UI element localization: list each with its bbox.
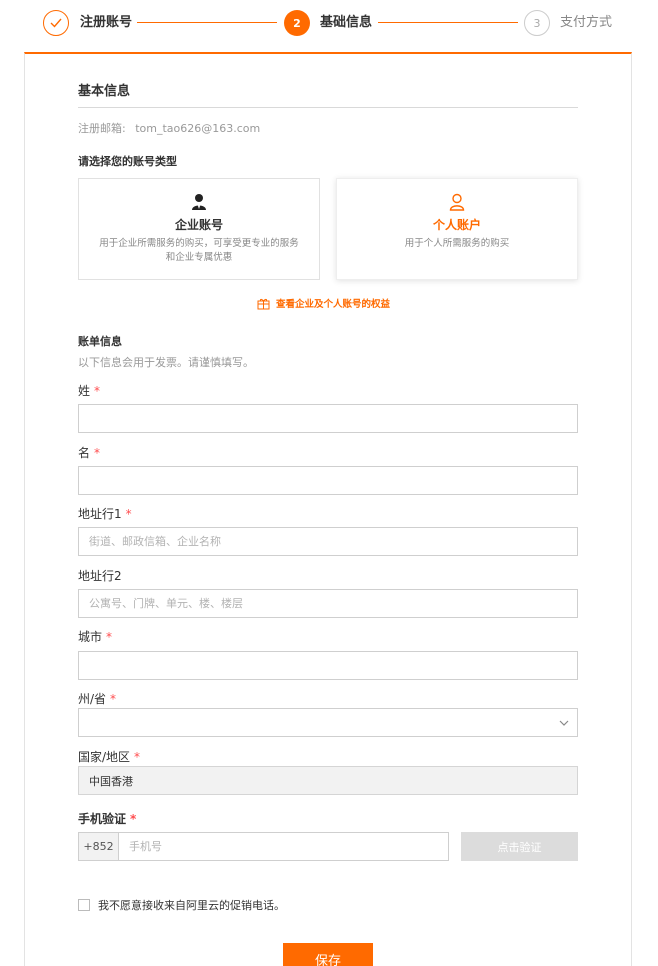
basic-info-title: 基本信息 — [78, 84, 131, 99]
required-mark: * — [125, 507, 132, 521]
chevron-down-icon — [559, 720, 569, 726]
required-mark: * — [94, 384, 101, 398]
address2-label: 地址行2 — [78, 569, 122, 583]
step-1-label: 注册账号 — [80, 15, 133, 30]
address2-input[interactable] — [78, 589, 578, 618]
opt-out-checkbox[interactable] — [78, 899, 90, 911]
phone-country-code[interactable]: +852 — [78, 832, 119, 861]
first-name-label: 名 * — [78, 446, 101, 460]
last-name-input[interactable] — [78, 404, 578, 433]
personal-user-icon — [449, 193, 465, 211]
form-card: 基本信息 注册邮箱: tom_tao626@163.com 请选择您的账号类型 … — [24, 52, 632, 966]
verify-button[interactable]: 点击验证 — [461, 832, 578, 861]
required-mark: * — [130, 812, 137, 826]
step-2-number: 2 — [284, 10, 310, 36]
city-input[interactable] — [78, 651, 578, 680]
section-divider — [78, 107, 578, 108]
phone-verify-label: 手机验证 * — [78, 812, 137, 826]
progress-stepper: 注册账号 2 基础信息 3 支付方式 — [0, 0, 658, 52]
account-rights-link-text: 查看企业及个人账号的权益 — [276, 299, 391, 310]
required-mark: * — [106, 630, 113, 644]
first-name-input[interactable] — [78, 466, 578, 495]
required-mark: * — [110, 692, 117, 706]
email-value: tom_tao626@163.com — [135, 122, 261, 135]
step-2-label: 基础信息 — [320, 15, 373, 30]
account-type-title: 请选择您的账号类型 — [78, 155, 177, 168]
last-name-label: 姓 * — [78, 384, 101, 398]
country-field: 中国香港 — [78, 766, 578, 795]
personal-account-title: 个人账户 — [432, 218, 481, 232]
step-connector — [378, 22, 518, 23]
enterprise-account-option[interactable]: 企业账号 用于企业所需服务的购买，可享受更专业的服务和企业专属优惠 — [78, 178, 320, 280]
save-button[interactable]: 保存 — [283, 943, 373, 966]
step-1-check-icon — [43, 10, 69, 36]
enterprise-user-icon — [192, 194, 206, 210]
phone-input[interactable] — [118, 832, 449, 861]
step-3-label: 支付方式 — [560, 15, 613, 30]
step-connector — [137, 22, 277, 23]
address1-input[interactable] — [78, 527, 578, 556]
gift-icon — [257, 298, 270, 309]
required-mark: * — [134, 750, 141, 764]
personal-account-desc: 用于个人所需服务的购买 — [404, 238, 510, 249]
billing-info-title: 账单信息 — [78, 335, 122, 348]
step-3-number: 3 — [524, 10, 550, 36]
enterprise-account-title: 企业账号 — [174, 218, 223, 232]
address1-label: 地址行1 * — [78, 507, 132, 521]
personal-account-option[interactable]: 个人账户 用于个人所需服务的购买 — [336, 178, 578, 280]
required-mark: * — [94, 446, 101, 460]
opt-out-label: 我不愿意接收来自阿里云的促销电话。 — [98, 899, 285, 912]
enterprise-account-desc: 用于企业所需服务的购买，可享受更专业的服务和企业专属优惠 — [99, 238, 299, 263]
registered-email: 注册邮箱: tom_tao626@163.com — [78, 120, 260, 136]
account-rights-link[interactable]: 查看企业及个人账号的权益 — [257, 296, 390, 310]
email-label: 注册邮箱: — [78, 122, 126, 135]
city-label: 城市 * — [78, 630, 113, 644]
country-label: 国家/地区 * — [78, 750, 141, 764]
state-label: 州/省 * — [78, 692, 117, 706]
state-select[interactable] — [78, 708, 578, 737]
billing-info-subtitle: 以下信息会用于发票。请谨慎填写。 — [78, 356, 254, 369]
